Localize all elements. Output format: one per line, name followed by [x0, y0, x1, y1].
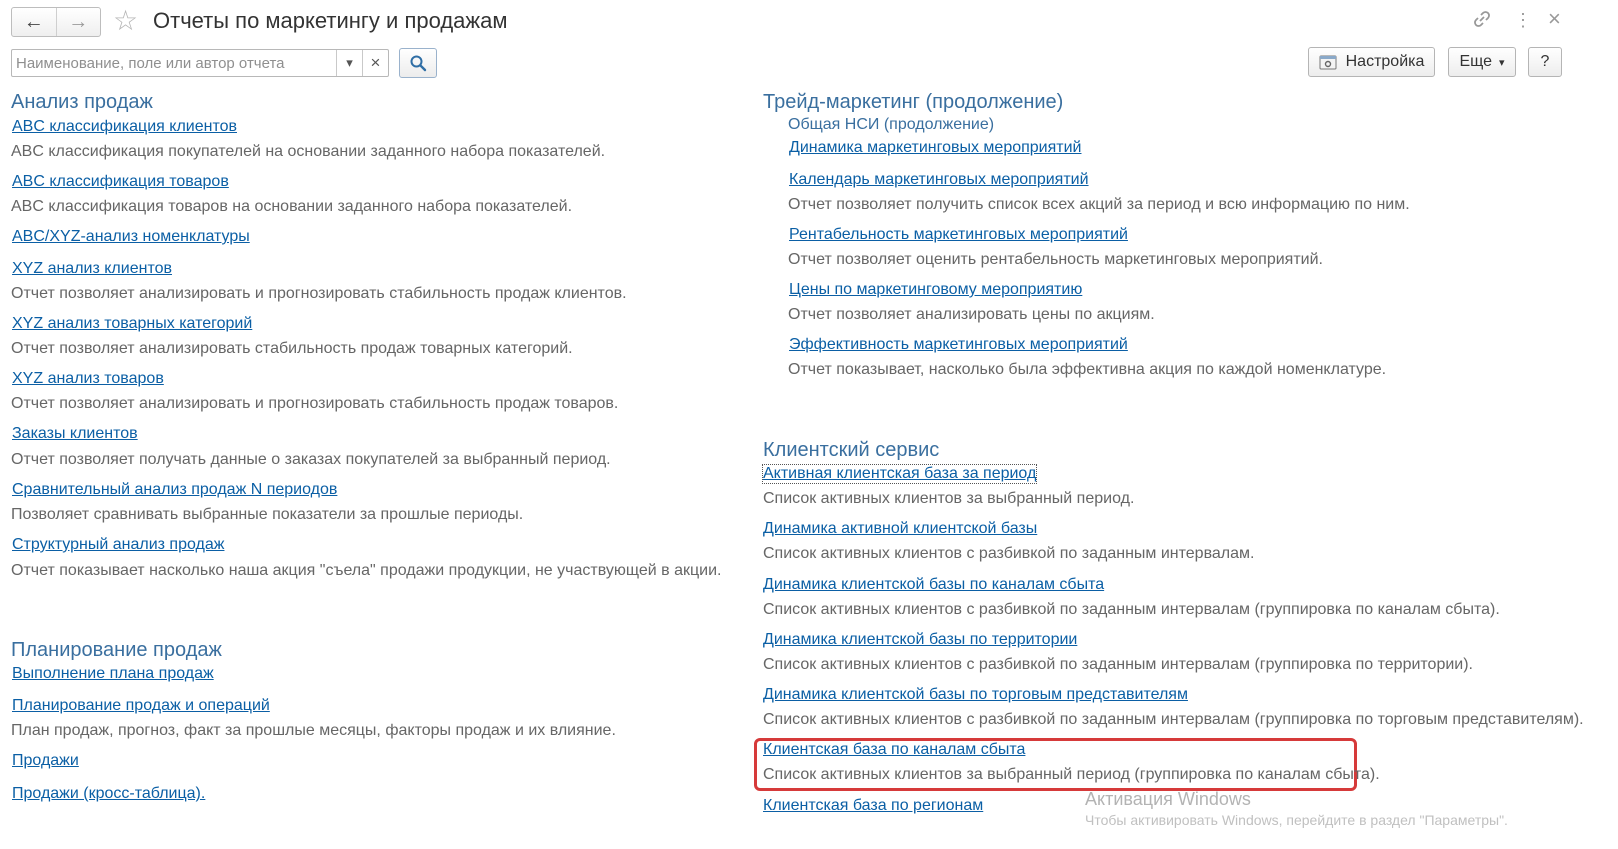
- report-link-structural-analysis[interactable]: Структурный анализ продаж: [12, 536, 224, 554]
- more-vertical-icon[interactable]: ⋮: [1514, 10, 1532, 31]
- favorite-star-icon[interactable]: ☆: [113, 6, 138, 36]
- report-description: Отчет позволяет анализировать и прогнози…: [11, 395, 619, 412]
- navigation-buttons: ← →: [11, 7, 101, 37]
- search-button[interactable]: [399, 48, 437, 78]
- report-description: План продаж, прогноз, факт за прошлые ме…: [11, 722, 616, 739]
- page-title: Отчеты по маркетингу и продажам: [153, 8, 508, 33]
- forward-button[interactable]: →: [55, 8, 101, 36]
- report-link-client-orders[interactable]: Заказы клиентов: [12, 425, 138, 443]
- report-link-base-dynamics-channels[interactable]: Динамика клиентской базы по каналам сбыт…: [763, 576, 1104, 594]
- report-description: Отчет показывает, насколько была эффекти…: [788, 361, 1387, 378]
- report-link-xyz-categories[interactable]: XYZ анализ товарных категорий: [12, 315, 252, 333]
- more-button[interactable]: Еще ▾: [1448, 47, 1516, 77]
- report-link-xyz-goods[interactable]: XYZ анализ товаров: [12, 370, 164, 388]
- report-link-xyz-clients[interactable]: XYZ анализ клиентов: [12, 260, 172, 278]
- section-title-trade-marketing: Трейд-маркетинг (продолжение): [763, 91, 1064, 113]
- report-description: Список активных клиентов с разбивкой по …: [763, 711, 1584, 728]
- settings-button-label: Настройка: [1345, 53, 1425, 70]
- settings-icon: [1319, 55, 1337, 70]
- report-link-marketing-profitability[interactable]: Рентабельность маркетинговых мероприятий: [789, 226, 1128, 244]
- header-bar: ← → ☆ Отчеты по маркетингу и продажам ⋮ …: [0, 0, 1618, 44]
- search-icon: [410, 55, 427, 72]
- report-link-marketing-calendar[interactable]: Календарь маркетинговых мероприятий: [789, 171, 1089, 189]
- report-link-sales-crosstab[interactable]: Продажи (кросс-таблица).: [12, 785, 205, 803]
- more-button-label: Еще: [1459, 53, 1493, 70]
- windows-activation-hint: Чтобы активировать Windows, перейдите в …: [1085, 812, 1508, 828]
- report-link-sales-plan-execution[interactable]: Выполнение плана продаж: [12, 665, 214, 683]
- report-description: Отчет показывает насколько наша акция "с…: [11, 562, 722, 579]
- report-description: Отчет позволяет анализировать цены по ак…: [788, 306, 1155, 323]
- report-description: Отчет позволяет получать данные о заказа…: [11, 451, 611, 468]
- report-link-sales[interactable]: Продажи: [12, 752, 79, 770]
- back-button[interactable]: ←: [12, 8, 56, 36]
- section-title-sales-analysis: Анализ продаж: [11, 91, 153, 113]
- report-link-client-base-channels[interactable]: Клиентская база по каналам сбыта: [763, 741, 1025, 759]
- report-link-active-client-base[interactable]: Активная клиентская база за период: [761, 464, 1038, 484]
- search-dropdown-button[interactable]: ▾: [336, 50, 362, 76]
- report-description: Список активных клиентов с разбивкой по …: [763, 545, 1255, 562]
- report-link-marketing-efficiency[interactable]: Эффективность маркетинговых мероприятий: [789, 336, 1128, 354]
- report-description: Список активных клиентов за выбранный пе…: [763, 490, 1135, 507]
- report-link-abc-clients[interactable]: ABC классификация клиентов: [12, 118, 237, 136]
- help-icon: ?: [1540, 53, 1550, 70]
- report-link-sales-operations-planning[interactable]: Планирование продаж и операций: [12, 697, 270, 715]
- help-button[interactable]: ?: [1528, 47, 1562, 77]
- settings-button[interactable]: Настройка: [1308, 47, 1435, 77]
- report-link-client-base-regions[interactable]: Клиентская база по регионам: [763, 797, 983, 815]
- report-link-base-dynamics-territory[interactable]: Динамика клиентской базы по территории: [763, 631, 1077, 649]
- report-description: Список активных клиентов за выбранный пе…: [763, 766, 1380, 783]
- report-description: ABC классификация товаров на основании з…: [11, 198, 573, 215]
- chevron-down-icon: ▾: [1499, 56, 1505, 69]
- report-description: Отчет позволяет анализировать стабильнос…: [11, 340, 573, 357]
- windows-activation-watermark: Активация Windows: [1085, 789, 1251, 809]
- report-description: Позволяет сравнивать выбранные показател…: [11, 506, 524, 523]
- report-link-base-dynamics-reps[interactable]: Динамика клиентской базы по торговым пре…: [763, 686, 1188, 704]
- arrow-left-icon: ←: [23, 10, 44, 33]
- chevron-down-icon: ▾: [346, 55, 353, 70]
- report-description: Отчет позволяет анализировать и прогнози…: [11, 285, 627, 302]
- report-description: Список активных клиентов с разбивкой по …: [763, 656, 1473, 673]
- search-field: ▾ ×: [11, 49, 389, 77]
- section-title-client-service: Клиентский сервис: [763, 439, 940, 461]
- search-clear-button[interactable]: ×: [362, 50, 388, 76]
- search-input[interactable]: [12, 50, 336, 76]
- arrow-right-icon: →: [68, 10, 89, 33]
- report-link-abc-xyz-nomenclature[interactable]: ABC/XYZ-анализ номенклатуры: [12, 228, 250, 246]
- link-icon[interactable]: [1472, 9, 1492, 34]
- subsection-title-general-nsi: Общая НСИ (продолжение): [788, 116, 995, 133]
- report-link-active-base-dynamics[interactable]: Динамика активной клиентской базы: [763, 520, 1037, 538]
- clear-icon: ×: [370, 53, 381, 72]
- report-link-marketing-prices[interactable]: Цены по маркетинговому мероприятию: [789, 281, 1082, 299]
- report-description: Отчет позволяет оценить рентабельность м…: [788, 251, 1323, 268]
- report-description: Список активных клиентов с разбивкой по …: [763, 601, 1500, 618]
- report-description: Отчет позволяет получить список всех акц…: [788, 196, 1410, 213]
- report-link-comparative-analysis[interactable]: Сравнительный анализ продаж N периодов: [12, 481, 337, 499]
- section-title-sales-planning: Планирование продаж: [11, 639, 222, 661]
- report-link-abc-goods[interactable]: ABC классификация товаров: [12, 173, 229, 191]
- report-description: ABC классификация покупателей на основан…: [11, 143, 606, 160]
- report-link-marketing-dynamics[interactable]: Динамика маркетинговых мероприятий: [789, 139, 1081, 157]
- close-icon[interactable]: ×: [1548, 6, 1561, 32]
